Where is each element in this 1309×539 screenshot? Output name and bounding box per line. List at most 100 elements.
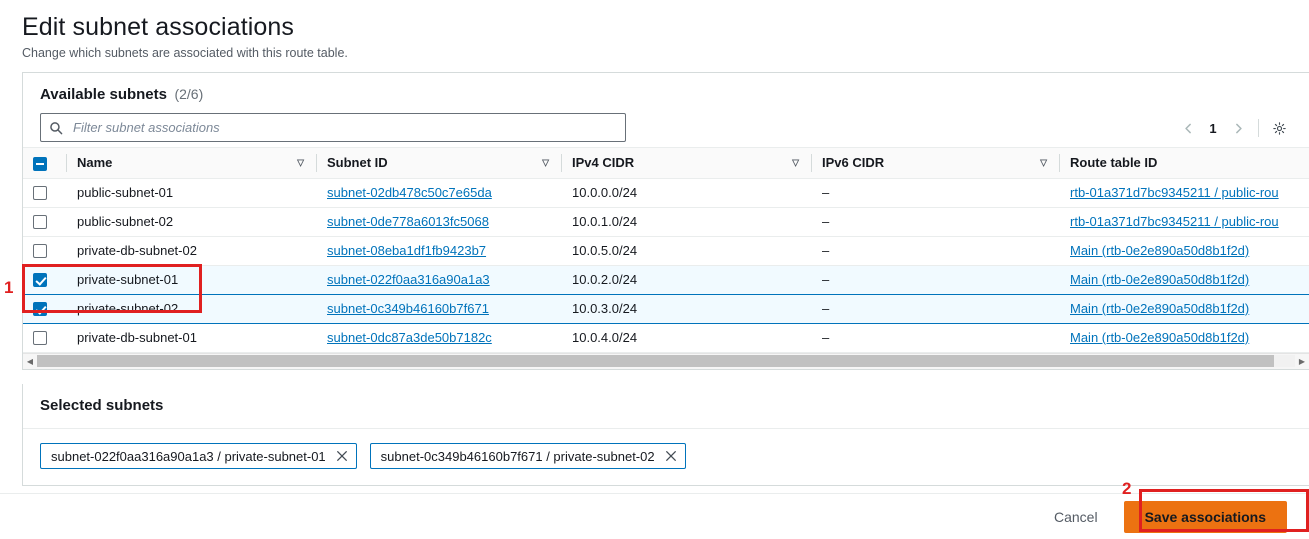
page-header: Edit subnet associations Change which su… bbox=[0, 0, 1309, 61]
subnets-table-wrapper: Name ▽ Subnet ID ▽ IPv4 CIDR ▽ IPv6 CIDR… bbox=[23, 147, 1309, 369]
cell-ipv4: 10.0.1.0/24 bbox=[562, 207, 812, 237]
token-label: subnet-0c349b46160b7f671 / private-subne… bbox=[380, 448, 655, 464]
cell-route-table: rtb-01a371d7bc9345211 / public-rou bbox=[1060, 207, 1309, 237]
table-row[interactable]: public-subnet-02 subnet-0de778a6013fc506… bbox=[23, 207, 1309, 237]
route-table-link[interactable]: Main (rtb-0e2e890a50d8b1f2d) bbox=[1070, 330, 1249, 345]
row-checkbox[interactable] bbox=[33, 273, 47, 288]
row-checkbox-cell bbox=[23, 236, 67, 266]
close-icon[interactable] bbox=[665, 450, 677, 462]
column-label: Route table ID bbox=[1070, 155, 1158, 171]
subnet-id-link[interactable]: subnet-022f0aa316a90a1a3 bbox=[327, 272, 490, 287]
column-header-route-table-id[interactable]: Route table ID bbox=[1060, 148, 1309, 179]
available-subnets-title: Available subnets bbox=[40, 86, 167, 103]
sort-descending-icon[interactable]: ▽ bbox=[542, 158, 549, 167]
row-checkbox[interactable] bbox=[33, 302, 47, 317]
filter-search-box[interactable] bbox=[40, 113, 626, 142]
table-row[interactable]: public-subnet-01 subnet-02db478c50c7e65d… bbox=[23, 178, 1309, 208]
cell-route-table: Main (rtb-0e2e890a50d8b1f2d) bbox=[1060, 236, 1309, 266]
scrollbar-thumb[interactable] bbox=[37, 355, 1274, 367]
scroll-right-arrow-icon[interactable]: ▶ bbox=[1295, 354, 1309, 368]
save-associations-button[interactable]: Save associations bbox=[1123, 500, 1287, 533]
sort-descending-icon[interactable]: ▽ bbox=[297, 158, 304, 167]
table-body: public-subnet-01 subnet-02db478c50c7e65d… bbox=[23, 178, 1309, 353]
page-subtitle: Change which subnets are associated with… bbox=[22, 46, 348, 60]
column-label: IPv6 CIDR bbox=[822, 155, 885, 171]
sort-descending-icon[interactable]: ▽ bbox=[792, 158, 799, 167]
column-header-ipv4-cidr[interactable]: IPv4 CIDR ▽ bbox=[562, 148, 812, 179]
row-checkbox[interactable] bbox=[33, 186, 47, 201]
subnet-id-link[interactable]: subnet-08eba1df1fb9423b7 bbox=[327, 243, 486, 258]
chevron-right-icon[interactable] bbox=[1225, 115, 1251, 141]
cell-route-table: Main (rtb-0e2e890a50d8b1f2d) bbox=[1060, 264, 1309, 295]
column-label: Name bbox=[77, 155, 113, 171]
close-icon[interactable] bbox=[336, 450, 348, 462]
cell-subnet-id: subnet-02db478c50c7e65da bbox=[317, 178, 562, 208]
selected-subnets-header: Selected subnets bbox=[23, 384, 1309, 429]
annotation-number-1: 1 bbox=[4, 278, 14, 297]
token-label: subnet-022f0aa316a90a1a3 / private-subne… bbox=[51, 448, 326, 464]
selected-subnet-token[interactable]: subnet-0c349b46160b7f671 / private-subne… bbox=[369, 443, 686, 469]
scroll-left-arrow-icon[interactable]: ◀ bbox=[23, 354, 37, 368]
column-label: IPv4 CIDR bbox=[572, 155, 635, 171]
route-table-link[interactable]: Main (rtb-0e2e890a50d8b1f2d) bbox=[1070, 301, 1249, 316]
subnet-id-link[interactable]: subnet-0de778a6013fc5068 bbox=[327, 214, 489, 229]
cell-ipv6: – bbox=[812, 264, 1060, 295]
cell-route-table: rtb-01a371d7bc9345211 / public-rou bbox=[1060, 178, 1309, 208]
row-checkbox-cell bbox=[23, 207, 67, 237]
select-all-header bbox=[23, 148, 67, 179]
table-header-row: Name ▽ Subnet ID ▽ IPv4 CIDR ▽ IPv6 CIDR… bbox=[23, 148, 1309, 179]
table-row[interactable]: private-subnet-01 subnet-022f0aa316a90a1… bbox=[23, 264, 1309, 295]
available-subnets-count: (2/6) bbox=[174, 86, 204, 102]
subnet-id-link[interactable]: subnet-02db478c50c7e65da bbox=[327, 185, 492, 200]
cancel-button[interactable]: Cancel bbox=[1046, 503, 1106, 531]
cell-subnet-id: subnet-08eba1df1fb9423b7 bbox=[317, 236, 562, 266]
row-checkbox[interactable] bbox=[33, 215, 47, 230]
scrollbar-track[interactable] bbox=[37, 355, 1295, 367]
subnet-id-link[interactable]: subnet-0c349b46160b7f671 bbox=[327, 301, 489, 316]
row-checkbox[interactable] bbox=[33, 244, 47, 259]
cell-subnet-id: subnet-0dc87a3de50b7182c bbox=[317, 323, 562, 353]
cell-ipv4: 10.0.5.0/24 bbox=[562, 236, 812, 266]
page-title: Edit subnet associations bbox=[22, 13, 295, 41]
selected-subnet-token[interactable]: subnet-022f0aa316a90a1a3 / private-subne… bbox=[40, 443, 357, 469]
route-table-link[interactable]: Main (rtb-0e2e890a50d8b1f2d) bbox=[1070, 243, 1249, 258]
select-all-checkbox[interactable] bbox=[33, 156, 47, 171]
cell-ipv4: 10.0.0.0/24 bbox=[562, 178, 812, 208]
cell-ipv6: – bbox=[812, 236, 1060, 266]
cell-name: public-subnet-01 bbox=[67, 178, 317, 208]
subnet-id-link[interactable]: subnet-0dc87a3de50b7182c bbox=[327, 330, 492, 345]
column-label: Subnet ID bbox=[327, 155, 388, 171]
selected-subnets-panel: Selected subnets subnet-022f0aa316a90a1a… bbox=[22, 384, 1309, 486]
table-row[interactable]: private-subnet-02 subnet-0c349b46160b7f6… bbox=[23, 293, 1309, 324]
route-table-link[interactable]: rtb-01a371d7bc9345211 / public-rou bbox=[1070, 214, 1279, 229]
route-table-link[interactable]: Main (rtb-0e2e890a50d8b1f2d) bbox=[1070, 272, 1249, 287]
chevron-left-icon[interactable] bbox=[1175, 115, 1201, 141]
cell-subnet-id: subnet-0c349b46160b7f671 bbox=[317, 293, 562, 324]
column-header-ipv6-cidr[interactable]: IPv6 CIDR ▽ bbox=[812, 148, 1060, 179]
cell-ipv6: – bbox=[812, 207, 1060, 237]
route-table-link[interactable]: rtb-01a371d7bc9345211 / public-rou bbox=[1070, 185, 1279, 200]
column-header-name[interactable]: Name ▽ bbox=[67, 148, 317, 179]
search-input[interactable] bbox=[71, 119, 617, 136]
table-row[interactable]: private-db-subnet-02 subnet-08eba1df1fb9… bbox=[23, 236, 1309, 266]
cell-name: private-subnet-01 bbox=[67, 264, 317, 295]
cell-name: private-subnet-02 bbox=[67, 293, 317, 324]
pagination-controls: 1 bbox=[1175, 113, 1292, 143]
cell-subnet-id: subnet-0de778a6013fc5068 bbox=[317, 207, 562, 237]
sort-descending-icon[interactable]: ▽ bbox=[1040, 158, 1047, 167]
selected-subnets-title: Selected subnets bbox=[40, 397, 164, 414]
cell-name: public-subnet-02 bbox=[67, 207, 317, 237]
table-row[interactable]: private-db-subnet-01 subnet-0dc87a3de50b… bbox=[23, 323, 1309, 353]
cell-route-table: Main (rtb-0e2e890a50d8b1f2d) bbox=[1060, 323, 1309, 353]
annotation-number-2: 2 bbox=[1122, 479, 1132, 498]
cell-ipv4: 10.0.4.0/24 bbox=[562, 323, 812, 353]
table-horizontal-scrollbar[interactable]: ◀ ▶ bbox=[23, 352, 1309, 369]
gear-icon[interactable] bbox=[1266, 115, 1292, 141]
row-checkbox[interactable] bbox=[33, 331, 47, 346]
cell-ipv6: – bbox=[812, 293, 1060, 324]
cell-subnet-id: subnet-022f0aa316a90a1a3 bbox=[317, 264, 562, 295]
column-header-subnet-id[interactable]: Subnet ID ▽ bbox=[317, 148, 562, 179]
cell-name: private-db-subnet-02 bbox=[67, 236, 317, 266]
pagination-page-number[interactable]: 1 bbox=[1201, 115, 1225, 141]
cell-ipv6: – bbox=[812, 178, 1060, 208]
